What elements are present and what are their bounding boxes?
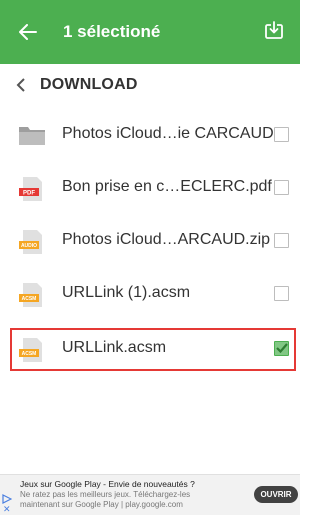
chevron-left-icon[interactable] (16, 76, 26, 99)
file-name: Bon prise en c…ECLERC.pdf (62, 178, 272, 195)
ad-banner[interactable]: ✕ Jeux sur Google Play - Envie de nouvea… (0, 474, 300, 515)
ad-close-icon[interactable]: ✕ (3, 504, 11, 515)
select-checkbox-checked[interactable] (274, 341, 289, 356)
file-name: Photos iCloud…ARCAUD.zip (62, 231, 271, 248)
select-checkbox[interactable] (274, 180, 289, 195)
audio-file-icon: AUDIO (18, 229, 46, 254)
list-item[interactable]: AUDIO Photos iCloud…ARCAUD.zip (0, 219, 300, 264)
ad-info-icon[interactable] (2, 491, 13, 504)
selection-title: 1 sélectioné (63, 22, 161, 41)
folder-icon (18, 123, 46, 147)
select-checkbox[interactable] (274, 233, 289, 248)
list-item[interactable]: ACSM URLLink (1).acsm (0, 272, 300, 317)
current-folder-label: DOWNLOAD (40, 76, 138, 93)
acsm-file-icon: ACSM (18, 337, 46, 362)
select-checkbox[interactable] (274, 127, 289, 142)
list-item-selected[interactable]: ACSM URLLink.acsm (0, 327, 300, 372)
ad-description: Ne ratez pas les meilleurs jeux. Télécha… (20, 490, 191, 509)
audio-badge-text: AUDIO (21, 243, 37, 249)
list-item[interactable]: PDF Bon prise en c…ECLERC.pdf (0, 166, 300, 211)
list-item[interactable]: Photos iCloud…ie CARCAUD (0, 113, 300, 158)
file-name: Photos iCloud…ie CARCAUD (62, 125, 274, 142)
ad-open-button[interactable]: OUVRIR (254, 486, 298, 503)
back-arrow-icon[interactable] (16, 20, 40, 44)
file-name: URLLink (1).acsm (62, 284, 191, 301)
pdf-file-icon: PDF (18, 176, 46, 201)
acsm-file-icon: ACSM (18, 282, 46, 307)
download-icon[interactable] (264, 20, 286, 42)
pdf-badge-text: PDF (23, 191, 35, 197)
select-checkbox[interactable] (274, 286, 289, 301)
file-name: URLLink.acsm (62, 339, 167, 356)
acsm-badge-text: ACSM (22, 296, 37, 302)
ad-title: Jeux sur Google Play - Envie de nouveaut… (20, 479, 195, 489)
app-bar: 1 sélectioné (0, 0, 300, 64)
acsm-badge-text: ACSM (22, 351, 37, 357)
